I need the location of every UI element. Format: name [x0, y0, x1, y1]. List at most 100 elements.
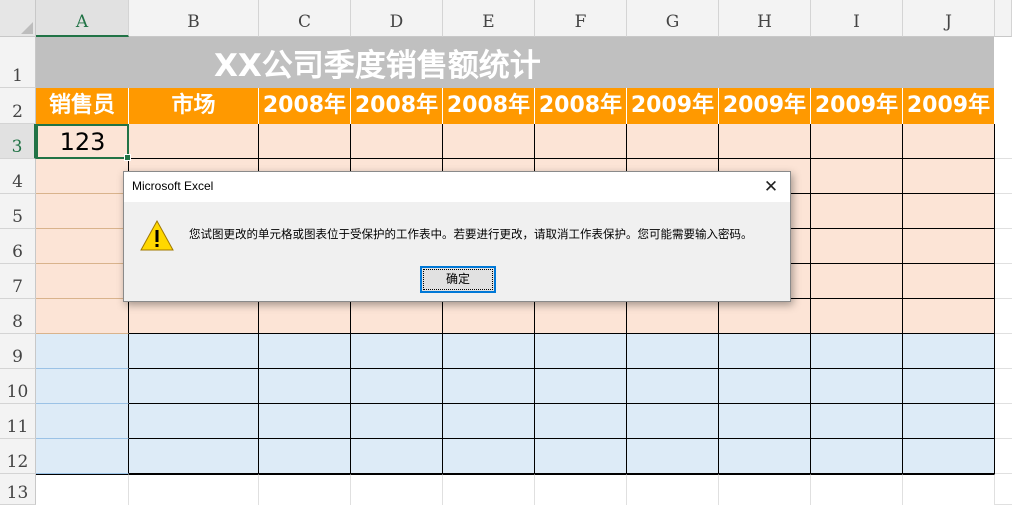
cell-a9[interactable]: [36, 334, 129, 369]
row-header-9[interactable]: 9: [0, 334, 36, 369]
cell-i5[interactable]: [811, 194, 903, 229]
cell-j5[interactable]: [903, 194, 995, 229]
cell-g10[interactable]: [627, 369, 719, 404]
cell-b3[interactable]: [129, 124, 259, 159]
close-icon[interactable]: ✕: [758, 175, 784, 199]
cell-h10[interactable]: [719, 369, 811, 404]
cell-e10[interactable]: [443, 369, 535, 404]
cell-g13[interactable]: [627, 474, 719, 505]
cell-g11[interactable]: [627, 404, 719, 439]
cell-j13[interactable]: [903, 474, 995, 505]
cell-e3[interactable]: [443, 124, 535, 159]
cell-c13[interactable]: [259, 474, 351, 505]
cell-h8[interactable]: [719, 299, 811, 334]
cell-c12[interactable]: [259, 439, 351, 474]
cell-a8[interactable]: [36, 299, 129, 334]
cell-a7[interactable]: [36, 264, 129, 299]
cell-i12[interactable]: [811, 439, 903, 474]
cell-b13[interactable]: [129, 474, 259, 505]
column-header-partial[interactable]: [995, 0, 1012, 37]
cell-b10[interactable]: [129, 369, 259, 404]
row-header-2[interactable]: 2: [0, 88, 36, 124]
column-header-c[interactable]: C: [259, 0, 351, 37]
cell-partial[interactable]: [995, 369, 1012, 404]
cell-e13[interactable]: [443, 474, 535, 505]
cell-i8[interactable]: [811, 299, 903, 334]
header-cell-i2[interactable]: 2009年: [811, 88, 903, 124]
row-header-4[interactable]: 4: [0, 159, 36, 194]
cell-h13[interactable]: [719, 474, 811, 505]
cell-g3[interactable]: [627, 124, 719, 159]
column-header-b[interactable]: B: [129, 0, 259, 37]
cell-i3[interactable]: [811, 124, 903, 159]
cell-partial[interactable]: [995, 229, 1012, 264]
cell-b11[interactable]: [129, 404, 259, 439]
header-cell-g2[interactable]: 2009年: [627, 88, 719, 124]
cell-a6[interactable]: [36, 229, 129, 264]
cell-c10[interactable]: [259, 369, 351, 404]
cell-d8[interactable]: [351, 299, 443, 334]
cell-i4[interactable]: [811, 159, 903, 194]
header-cell-f2[interactable]: 2008年: [535, 88, 627, 124]
cell-b9[interactable]: [129, 334, 259, 369]
cell-f9[interactable]: [535, 334, 627, 369]
cell-a12[interactable]: [36, 439, 129, 474]
cell-partial[interactable]: [995, 124, 1012, 159]
ok-button[interactable]: 确定: [420, 266, 496, 293]
cell-partial[interactable]: [995, 334, 1012, 369]
cell-j4[interactable]: [903, 159, 995, 194]
column-header-g[interactable]: G: [627, 0, 719, 37]
cell-d10[interactable]: [351, 369, 443, 404]
cell-d13[interactable]: [351, 474, 443, 505]
cell-partial[interactable]: [995, 439, 1012, 474]
header-cell-d2[interactable]: 2008年: [351, 88, 443, 124]
column-header-e[interactable]: E: [443, 0, 535, 37]
cell-d9[interactable]: [351, 334, 443, 369]
cell-partial[interactable]: [995, 299, 1012, 334]
column-header-h[interactable]: H: [719, 0, 811, 37]
cell-i9[interactable]: [811, 334, 903, 369]
cell-f12[interactable]: [535, 439, 627, 474]
cell-j11[interactable]: [903, 404, 995, 439]
cell-g9[interactable]: [627, 334, 719, 369]
cell-b8[interactable]: [129, 299, 259, 334]
cell-f10[interactable]: [535, 369, 627, 404]
cell-i6[interactable]: [811, 229, 903, 264]
cell-partial[interactable]: [995, 194, 1012, 229]
cell-j6[interactable]: [903, 229, 995, 264]
cell-i13[interactable]: [811, 474, 903, 505]
cell-h12[interactable]: [719, 439, 811, 474]
cell-g12[interactable]: [627, 439, 719, 474]
cell-h3[interactable]: [719, 124, 811, 159]
cell-i11[interactable]: [811, 404, 903, 439]
row-header-6[interactable]: 6: [0, 229, 36, 264]
cell-g8[interactable]: [627, 299, 719, 334]
cell-f13[interactable]: [535, 474, 627, 505]
header-cell-e2[interactable]: 2008年: [443, 88, 535, 124]
cell-j7[interactable]: [903, 264, 995, 299]
cell-e9[interactable]: [443, 334, 535, 369]
cell-partial[interactable]: [995, 474, 1012, 505]
cell-e12[interactable]: [443, 439, 535, 474]
row-header-7[interactable]: 7: [0, 264, 36, 299]
header-cell-h2[interactable]: 2009年: [719, 88, 811, 124]
row-header-12[interactable]: 12: [0, 439, 36, 474]
header-cell-a2[interactable]: 销售员: [36, 88, 129, 124]
column-header-f[interactable]: F: [535, 0, 627, 37]
cell-h9[interactable]: [719, 334, 811, 369]
row-header-10[interactable]: 10: [0, 369, 36, 404]
header-cell-b2[interactable]: 市场: [129, 88, 259, 124]
cell-c8[interactable]: [259, 299, 351, 334]
cell-j10[interactable]: [903, 369, 995, 404]
title-cell[interactable]: XX公司季度销售额统计: [36, 37, 994, 88]
column-header-j[interactable]: J: [903, 0, 995, 37]
cell-j8[interactable]: [903, 299, 995, 334]
cell-d12[interactable]: [351, 439, 443, 474]
cell-f3[interactable]: [535, 124, 627, 159]
row-header-1[interactable]: 1: [0, 37, 36, 88]
cell-a10[interactable]: [36, 369, 129, 404]
cell-a4[interactable]: [36, 159, 129, 194]
select-all-button[interactable]: [0, 0, 36, 37]
cell-f8[interactable]: [535, 299, 627, 334]
cell-c3[interactable]: [259, 124, 351, 159]
